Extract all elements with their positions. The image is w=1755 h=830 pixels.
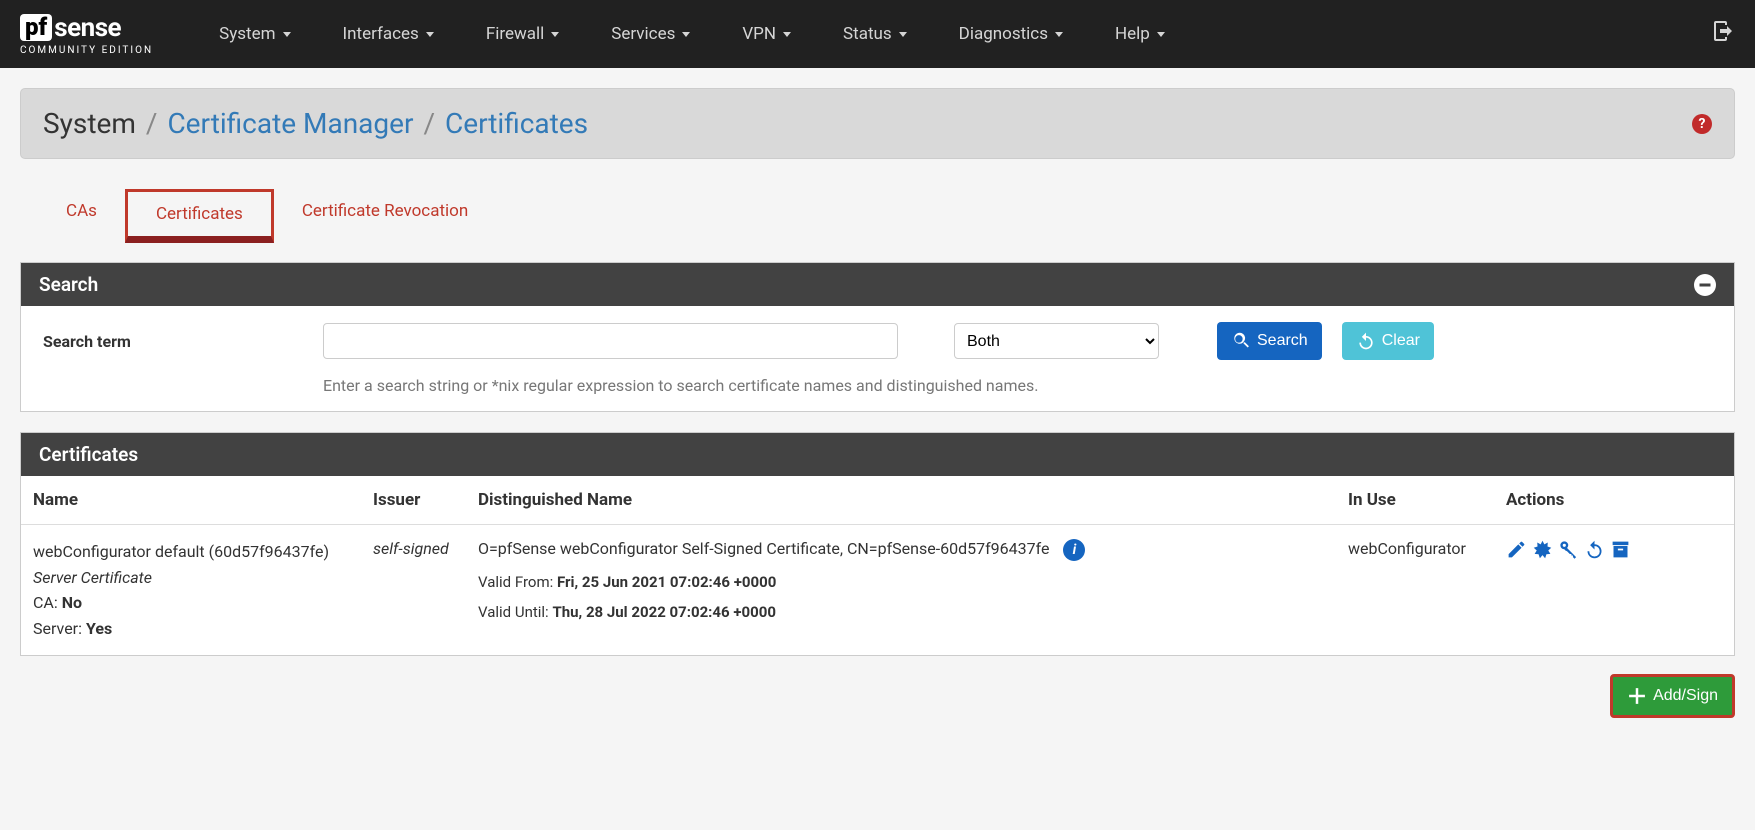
search-input[interactable] — [323, 323, 898, 359]
certificates-table: Name Issuer Distinguished Name In Use Ac… — [21, 476, 1734, 655]
breadcrumb: System / Certificate Manager / Certifica… — [43, 107, 588, 140]
nav-status[interactable]: Status — [817, 14, 933, 54]
th-issuer: Issuer — [361, 476, 466, 525]
page-header: System / Certificate Manager / Certifica… — [20, 88, 1735, 159]
page: System / Certificate Manager / Certifica… — [0, 68, 1755, 738]
tab-cas[interactable]: CAs — [38, 189, 125, 243]
caret-icon — [1157, 32, 1165, 37]
search-label: Search term — [43, 332, 303, 351]
certificates-panel-title: Certificates — [39, 443, 138, 466]
renew-icon[interactable] — [1584, 539, 1605, 560]
caret-icon — [1055, 32, 1063, 37]
nav-system[interactable]: System — [193, 14, 316, 54]
nav-diagnostics[interactable]: Diagnostics — [933, 14, 1089, 54]
certificates-panel: Certificates Name Issuer Distinguished N… — [20, 432, 1735, 656]
nav-help[interactable]: Help — [1089, 14, 1191, 54]
cert-dn: O=pfSense webConfigurator Self-Signed Ce… — [478, 539, 1050, 558]
tab-revocation[interactable]: Certificate Revocation — [274, 189, 496, 243]
caret-icon — [551, 32, 559, 37]
search-scope-select[interactable]: Both — [954, 323, 1159, 359]
archive-icon[interactable] — [1610, 539, 1631, 560]
footer-actions: Add/Sign — [20, 674, 1735, 718]
th-dn: Distinguished Name — [466, 476, 1336, 525]
breadcrumb-mid[interactable]: Certificate Manager — [167, 107, 413, 140]
export-cert-icon[interactable] — [1532, 539, 1553, 560]
search-icon — [1231, 331, 1251, 351]
logo-pf: pf — [20, 14, 52, 40]
nav-interfaces[interactable]: Interfaces — [317, 14, 460, 54]
add-sign-button[interactable]: Add/Sign — [1610, 674, 1735, 718]
undo-icon — [1356, 331, 1376, 351]
table-row: webConfigurator default (60d57f96437fe) … — [21, 525, 1734, 656]
th-name: Name — [21, 476, 361, 525]
th-inuse: In Use — [1336, 476, 1494, 525]
breadcrumb-sep: / — [423, 107, 435, 140]
nav-firewall[interactable]: Firewall — [460, 14, 585, 54]
logout-icon[interactable] — [1711, 19, 1735, 49]
caret-icon — [899, 32, 907, 37]
search-button[interactable]: Search — [1217, 322, 1322, 360]
tab-certificates[interactable]: Certificates — [125, 189, 274, 243]
caret-icon — [682, 32, 690, 37]
caret-icon — [783, 32, 791, 37]
caret-icon — [426, 32, 434, 37]
cert-inuse: webConfigurator — [1336, 525, 1494, 656]
caret-icon — [283, 32, 291, 37]
navbar: pf sense COMMUNITY EDITION System Interf… — [0, 0, 1755, 68]
cert-name: webConfigurator default (60d57f96437fe) — [33, 539, 349, 565]
search-panel-title: Search — [39, 273, 98, 296]
breadcrumb-leaf[interactable]: Certificates — [445, 107, 588, 140]
search-help-text: Enter a search string or *nix regular ex… — [323, 376, 1712, 395]
tabs: CAs Certificates Certificate Revocation — [20, 189, 1735, 242]
cert-type: Server Certificate — [33, 565, 349, 591]
logo[interactable]: pf sense COMMUNITY EDITION — [20, 13, 153, 56]
search-panel-heading: Search — [21, 263, 1734, 306]
cert-issuer: self-signed — [361, 525, 466, 656]
collapse-icon[interactable] — [1694, 274, 1716, 296]
search-panel: Search Search term Both Search Clear Ent — [20, 262, 1735, 412]
nav-items: System Interfaces Firewall Services VPN … — [193, 14, 1711, 54]
action-icons — [1506, 539, 1722, 560]
help-icon[interactable]: ? — [1692, 114, 1712, 134]
plus-icon — [1627, 686, 1647, 706]
export-key-icon[interactable] — [1558, 539, 1579, 560]
clear-button[interactable]: Clear — [1342, 322, 1434, 360]
breadcrumb-root[interactable]: System — [43, 107, 136, 140]
info-icon[interactable]: i — [1063, 539, 1085, 561]
certificates-panel-heading: Certificates — [21, 433, 1734, 476]
edit-icon[interactable] — [1506, 539, 1527, 560]
nav-services[interactable]: Services — [585, 14, 716, 54]
th-actions: Actions — [1494, 476, 1734, 525]
nav-vpn[interactable]: VPN — [716, 14, 817, 54]
logo-sense: sense — [54, 13, 121, 43]
breadcrumb-sep: / — [146, 107, 158, 140]
logo-edition: COMMUNITY EDITION — [20, 45, 153, 56]
